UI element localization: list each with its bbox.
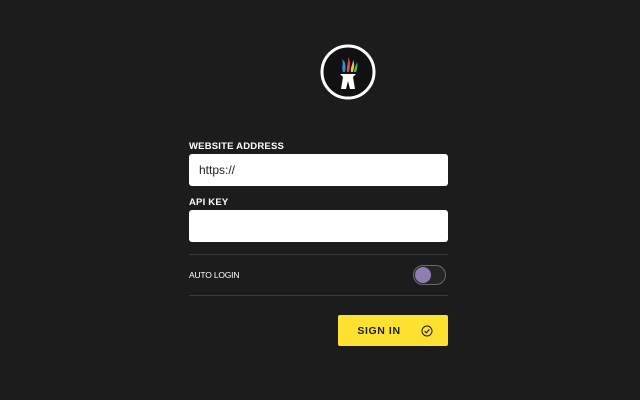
auto-login-row: AUTO LOGIN xyxy=(189,255,448,295)
brand-logo-icon xyxy=(320,44,376,100)
sign-in-label: SIGN IN xyxy=(357,324,401,337)
check-circle-icon xyxy=(421,325,433,337)
website-address-input[interactable] xyxy=(189,154,448,186)
website-address-label: WEBSITE ADDRESS xyxy=(189,141,285,152)
sign-in-button[interactable]: SIGN IN xyxy=(338,315,448,346)
divider-bottom xyxy=(189,295,448,296)
api-key-label: API KEY xyxy=(189,197,229,208)
login-page: WEBSITE ADDRESS API KEY AUTO LOGIN SIGN … xyxy=(0,0,640,400)
toggle-knob xyxy=(415,267,431,283)
api-key-input[interactable] xyxy=(189,210,448,242)
login-form: WEBSITE ADDRESS API KEY AUTO LOGIN xyxy=(189,140,448,296)
auto-login-toggle[interactable] xyxy=(413,265,446,285)
auto-login-label: AUTO LOGIN xyxy=(189,270,240,280)
